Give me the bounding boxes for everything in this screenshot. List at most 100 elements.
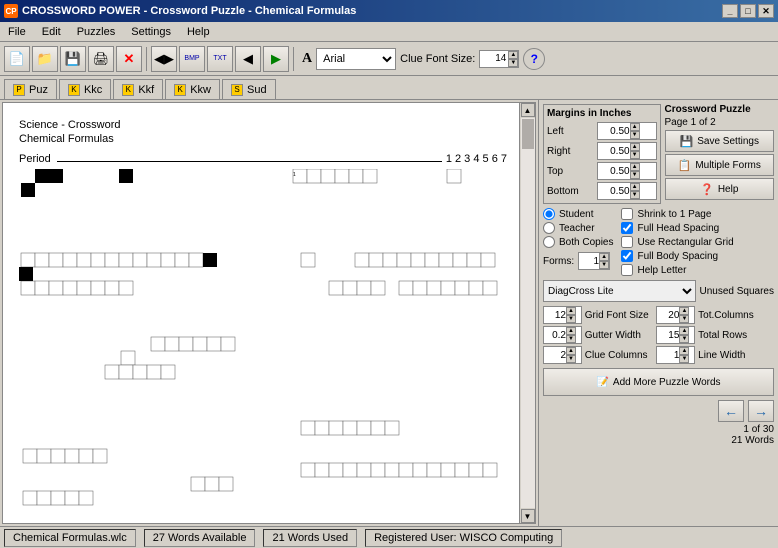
- clue-font-down[interactable]: ▼: [508, 59, 518, 67]
- save-settings-button[interactable]: 💾 Save Settings: [665, 130, 775, 152]
- cb-shrink: Shrink to 1 Page: [621, 208, 733, 220]
- total-rows-down[interactable]: ▼: [679, 335, 689, 343]
- margin-top-input[interactable]: [598, 163, 630, 179]
- add-puzzle-words-button[interactable]: 📝 Add More Puzzle Words: [543, 368, 774, 396]
- bmp-button[interactable]: BMP: [179, 46, 205, 72]
- grid-font-up[interactable]: ▲: [566, 307, 576, 315]
- puzzle-scrollable: Science - Crossword Chemical Formulas Pe…: [3, 103, 535, 523]
- menu-edit[interactable]: Edit: [38, 24, 65, 40]
- tab-puz[interactable]: P Puz: [4, 79, 57, 99]
- scroll-thumb[interactable]: [522, 119, 534, 149]
- status-bar: Chemical Formulas.wlc 27 Words Available…: [0, 526, 778, 548]
- margin-top-down[interactable]: ▼: [630, 171, 640, 179]
- app-icon: CP: [4, 4, 18, 18]
- tab-kkw[interactable]: K Kkw: [165, 79, 220, 99]
- unused-squares-label: Unused Squares: [700, 286, 775, 297]
- help-circle-button[interactable]: ?: [523, 48, 545, 70]
- minimize-button[interactable]: _: [722, 4, 738, 18]
- margin-right-wrap: ▲ ▼: [597, 142, 657, 160]
- total-rows-input[interactable]: [657, 327, 679, 343]
- clue-cols-up[interactable]: ▲: [566, 347, 576, 355]
- menu-puzzles[interactable]: Puzzles: [73, 24, 120, 40]
- menu-file[interactable]: File: [4, 24, 30, 40]
- tab-kkf[interactable]: K Kkf: [113, 79, 163, 99]
- scroll-up-button[interactable]: ▲: [521, 103, 535, 117]
- tot-cols-down[interactable]: ▼: [679, 315, 689, 323]
- margin-left-label: Left: [547, 126, 595, 137]
- puzzle-scrollbar[interactable]: ▲ ▼: [519, 103, 535, 523]
- margin-right-down[interactable]: ▼: [630, 151, 640, 159]
- line-width-input[interactable]: [657, 347, 679, 363]
- txt-button[interactable]: TXT: [207, 46, 233, 72]
- clue-cols-input[interactable]: [544, 347, 566, 363]
- scroll-track[interactable]: [521, 118, 535, 508]
- title-bar: CP CROSSWORD POWER - Crossword Puzzle - …: [0, 0, 778, 22]
- grid-font-down[interactable]: ▼: [566, 315, 576, 323]
- gutter-down[interactable]: ▼: [566, 335, 576, 343]
- font-selector[interactable]: Arial: [316, 48, 396, 70]
- checkbox-group: Shrink to 1 Page Full Head Spacing Use R…: [621, 208, 733, 276]
- save-toolbar-button[interactable]: 💾: [60, 46, 86, 72]
- menu-settings[interactable]: Settings: [127, 24, 175, 40]
- margin-left-input[interactable]: [598, 123, 630, 139]
- forms-up[interactable]: ▲: [599, 253, 609, 261]
- close-button[interactable]: ✕: [758, 4, 774, 18]
- clue-cols-down[interactable]: ▼: [566, 355, 576, 363]
- tab-kkc[interactable]: K Kkc: [59, 79, 111, 99]
- menu-help[interactable]: Help: [183, 24, 214, 40]
- cb-rect: Use Rectangular Grid: [621, 236, 733, 248]
- gutter-input[interactable]: [544, 327, 566, 343]
- cb-head-input[interactable]: [621, 222, 633, 234]
- margin-right-spinners: ▲ ▼: [630, 143, 640, 159]
- maximize-button[interactable]: □: [740, 4, 756, 18]
- tot-cols-up[interactable]: ▲: [679, 307, 689, 315]
- margin-left-up[interactable]: ▲: [630, 123, 640, 131]
- print-button[interactable]: 🖨: [88, 46, 114, 72]
- radio-student: Student: [543, 208, 613, 220]
- margin-top-up[interactable]: ▲: [630, 163, 640, 171]
- diag-font-selector[interactable]: DiagCross Lite: [543, 280, 696, 302]
- multiple-forms-button[interactable]: 📋 Multiple Forms: [665, 154, 775, 176]
- grid-font-input[interactable]: [544, 307, 566, 323]
- back-button[interactable]: ◀▶: [151, 46, 177, 72]
- page-info-2: 21 Words: [543, 435, 774, 446]
- cb-body-input[interactable]: [621, 250, 633, 262]
- radio-both-input[interactable]: [543, 236, 555, 248]
- gutter-up[interactable]: ▲: [566, 327, 576, 335]
- line-width-down[interactable]: ▼: [679, 355, 689, 363]
- clue-font-size-input[interactable]: [480, 51, 508, 67]
- prev-button[interactable]: ◀: [235, 46, 261, 72]
- nav-left-button[interactable]: ←: [718, 400, 744, 422]
- radio-student-input[interactable]: [543, 208, 555, 220]
- margin-right-input[interactable]: [598, 143, 630, 159]
- margin-right-up[interactable]: ▲: [630, 143, 640, 151]
- margin-bottom-down[interactable]: ▼: [630, 191, 640, 199]
- new-button[interactable]: 📄: [4, 46, 30, 72]
- tot-cols-input[interactable]: [657, 307, 679, 323]
- cb-rect-input[interactable]: [621, 236, 633, 248]
- period-label: Period: [19, 153, 51, 165]
- nav-right-button[interactable]: →: [748, 400, 774, 422]
- puzzle-subtitle: Chemical Formulas: [19, 133, 507, 145]
- margin-bottom-label: Bottom: [547, 186, 595, 197]
- clue-cols-label: Clue Columns: [585, 350, 654, 361]
- radio-teacher-input[interactable]: [543, 222, 555, 234]
- clue-font-up[interactable]: ▲: [508, 51, 518, 59]
- margin-bottom-up[interactable]: ▲: [630, 183, 640, 191]
- margin-left-down[interactable]: ▼: [630, 131, 640, 139]
- forms-down[interactable]: ▼: [599, 261, 609, 269]
- stop-button[interactable]: ✕: [116, 46, 142, 72]
- open-button[interactable]: 📁: [32, 46, 58, 72]
- next-button[interactable]: ▶: [263, 46, 289, 72]
- forms-input[interactable]: [579, 253, 599, 269]
- help-button[interactable]: ❓ Help: [665, 178, 775, 200]
- cb-shrink-input[interactable]: [621, 208, 633, 220]
- line-width-up[interactable]: ▲: [679, 347, 689, 355]
- total-rows-up[interactable]: ▲: [679, 327, 689, 335]
- margin-bottom-input[interactable]: [598, 183, 630, 199]
- tab-sud[interactable]: S Sud: [222, 79, 276, 99]
- cb-help-input[interactable]: [621, 264, 633, 276]
- kkf-icon: K: [122, 84, 134, 96]
- scroll-down-button[interactable]: ▼: [521, 509, 535, 523]
- status-words-used: 21 Words Used: [263, 529, 357, 547]
